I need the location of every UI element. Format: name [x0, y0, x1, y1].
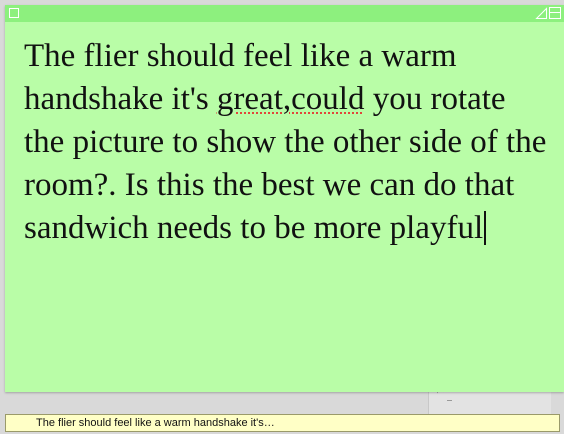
text-cursor [484, 211, 486, 245]
misspelled-word[interactable]: great,could [217, 81, 365, 117]
zoom-box-icon[interactable] [549, 7, 561, 19]
sticky-note-window[interactable]: The flier should feel like a warm handsh… [5, 5, 564, 392]
note-text-area[interactable]: The flier should feel like a warm handsh… [24, 35, 554, 250]
close-box-icon[interactable] [9, 8, 19, 18]
background-tick-mark [447, 400, 452, 401]
note-titlebar[interactable] [5, 5, 564, 22]
collapse-triangle-icon[interactable] [535, 7, 548, 20]
note-tooltip: The flier should feel like a warm handsh… [5, 414, 560, 432]
background-window-panel [428, 392, 551, 414]
